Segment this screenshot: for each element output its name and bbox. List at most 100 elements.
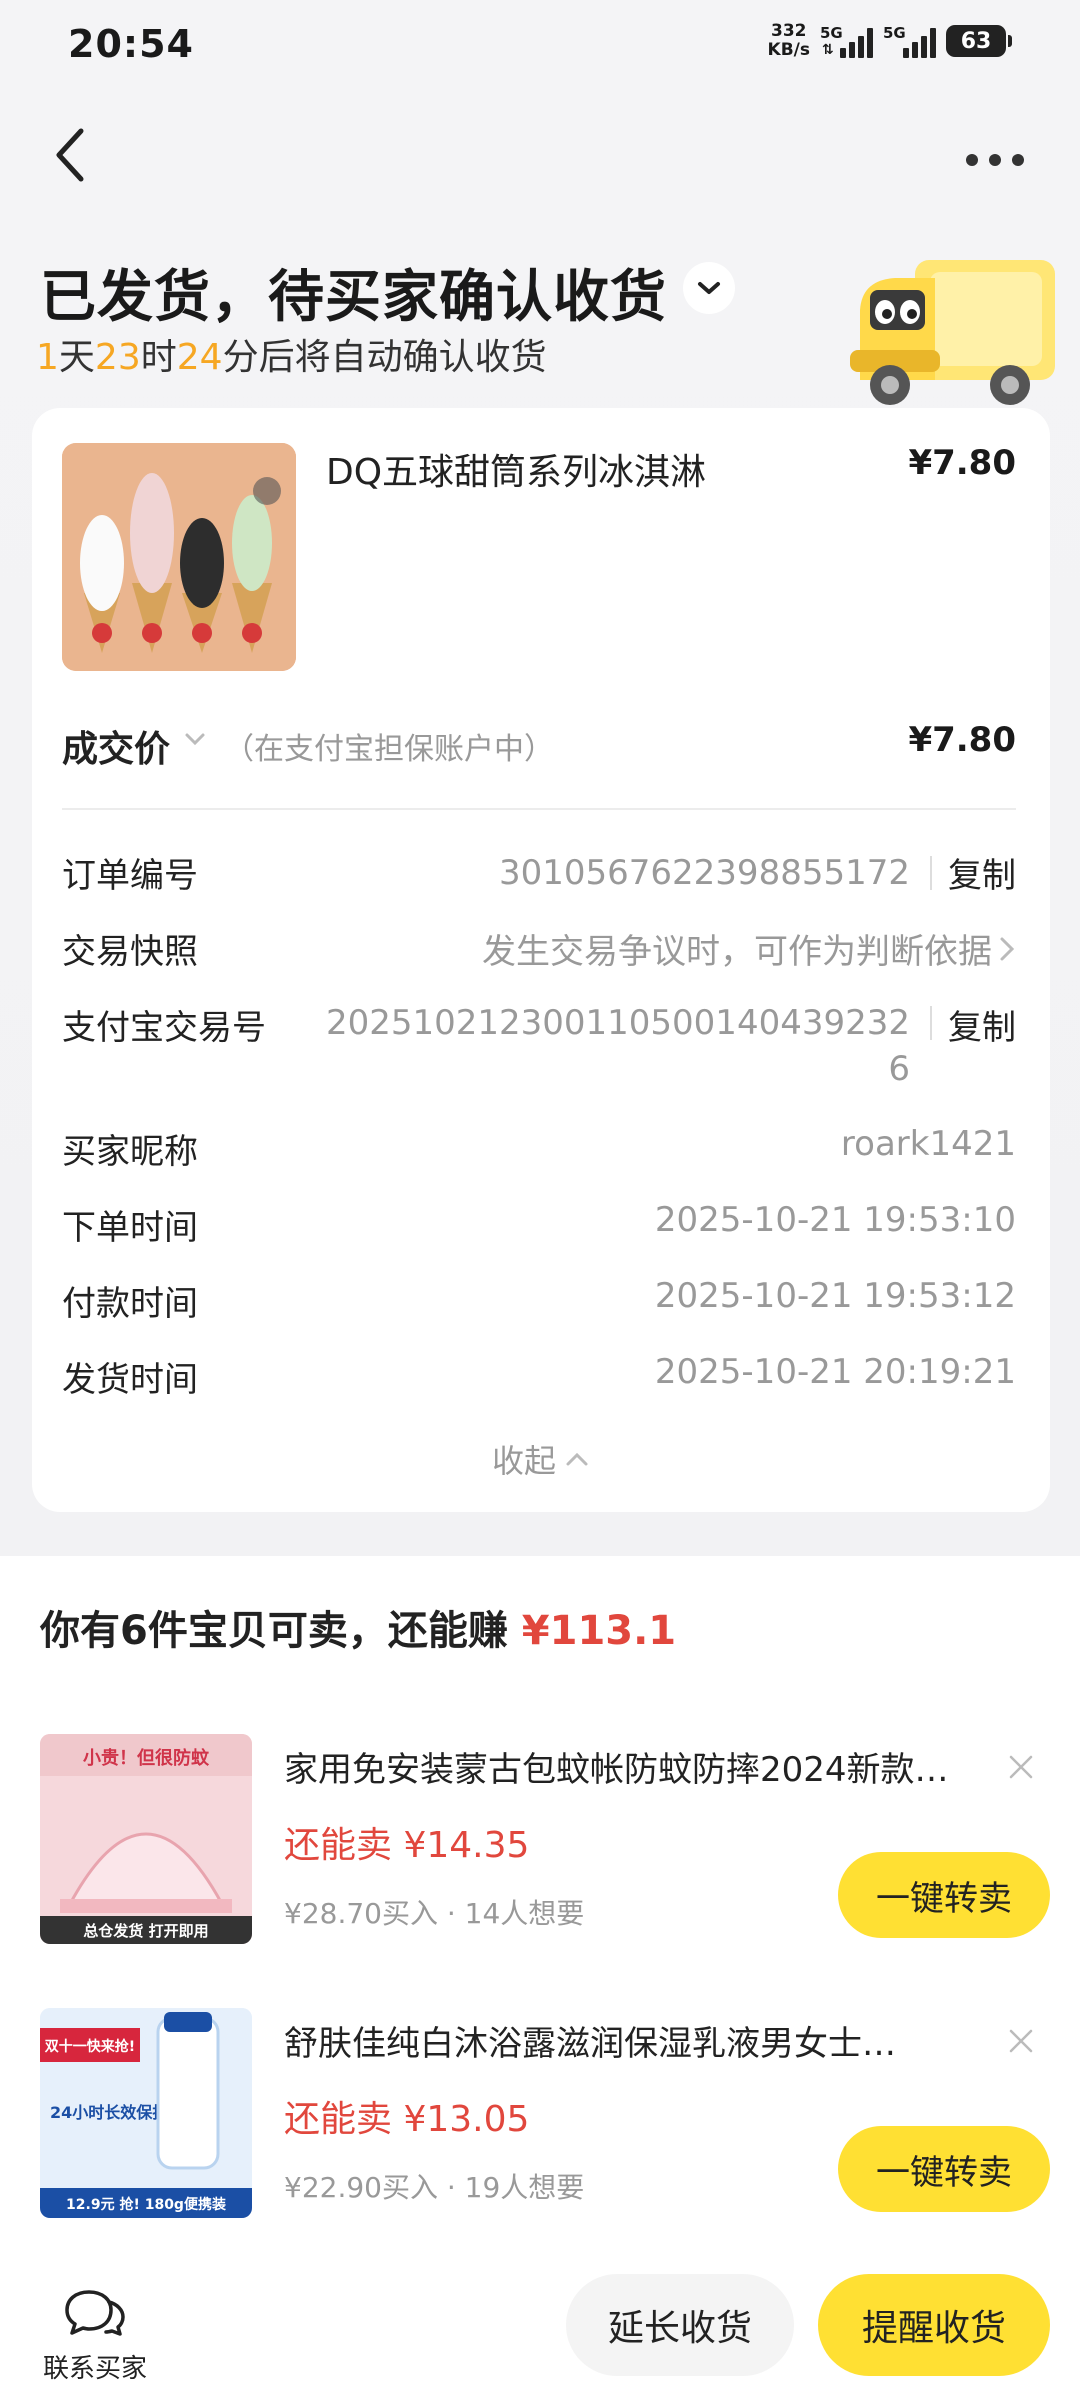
signal-icon-2: 5G bbox=[883, 24, 936, 58]
status-bar: 20:54 332 KB/s 5G ⇅ 5G 63 bbox=[0, 0, 1080, 90]
back-button[interactable] bbox=[40, 120, 100, 190]
order-number-row: 订单编号 3010567622398855172 复制 bbox=[62, 848, 1016, 898]
chevron-right-icon bbox=[1000, 937, 1015, 960]
pay-time-row: 付款时间 2025-10-21 19:53:12 bbox=[62, 1276, 1016, 1326]
pay-time-label: 付款时间 bbox=[62, 1284, 198, 1324]
snapshot-value-wrap: 发生交易争议时，可作为判断依据 bbox=[482, 924, 1016, 973]
thumb-text-bottom: 12.9元 抢! 180g便携装 bbox=[66, 2196, 227, 2213]
chevron-down-icon bbox=[698, 282, 720, 294]
network-speed-value: 332 bbox=[771, 21, 807, 41]
chevron-left-icon bbox=[56, 128, 84, 182]
signal-icon: 5G ⇅ bbox=[820, 24, 873, 58]
status-indicators: 332 KB/s 5G ⇅ 5G 63 bbox=[768, 22, 1012, 60]
sim1-label: 5G bbox=[820, 24, 843, 42]
product-title[interactable]: DQ五球甜筒系列冰淇淋 bbox=[326, 443, 706, 495]
collapse-label: 收起 bbox=[491, 1442, 556, 1480]
resell-item-thumbnail[interactable]: 小贵！但很防蚊 总仓发货 打开即用 bbox=[40, 1734, 252, 1944]
resell-item[interactable]: 小贵！但很防蚊 总仓发货 打开即用 家用免安装蒙古包蚊帐防蚊防摔2024新款… … bbox=[40, 1734, 1050, 1954]
one-click-resell-button[interactable]: 一键转卖 bbox=[838, 1852, 1050, 1938]
countdown-hours: 23 bbox=[94, 337, 141, 378]
copy-order-number-button[interactable]: 复制 bbox=[948, 848, 1016, 897]
chevron-down-icon bbox=[185, 733, 205, 746]
alipay-trade-number-line2: 6 bbox=[888, 1049, 910, 1089]
alipay-trade-value-wrap: 20251021230011050014043923​2 6 复制 bbox=[326, 1000, 1016, 1092]
countdown-days: 1 bbox=[36, 337, 59, 378]
more-button[interactable] bbox=[960, 135, 1030, 185]
snapshot-value: 发生交易争议时，可作为判断依据 bbox=[482, 932, 992, 972]
network-speed-unit: KB/s bbox=[767, 40, 810, 60]
ship-time-row: 发货时间 2025-10-21 20:19:21 bbox=[62, 1352, 1016, 1402]
order-time-label: 下单时间 bbox=[62, 1208, 198, 1248]
auto-confirm-countdown: 1天23时24分后将自动确认收货 bbox=[36, 328, 547, 380]
order-time-value: 2025-10-21 19:53:10 bbox=[654, 1200, 1016, 1240]
resell-item[interactable]: 双十一快来抢! 24小时长效保护 12.9元 抢! 180g便携装 舒肤佳纯白沐… bbox=[40, 2008, 1050, 2228]
mosquito-net-image: 小贵！但很防蚊 总仓发货 打开即用 bbox=[40, 1734, 252, 1944]
contact-buyer-button[interactable]: 联系买家 bbox=[40, 2286, 150, 2385]
delivery-truck-illustration bbox=[850, 260, 1055, 405]
status-time: 20:54 bbox=[68, 22, 194, 66]
ship-time-value: 2025-10-21 20:19:21 bbox=[654, 1352, 1016, 1392]
buyer-nickname-value: roark1421 bbox=[840, 1124, 1016, 1164]
ice-cream-cones-image bbox=[62, 443, 296, 671]
status-expand-button[interactable] bbox=[683, 262, 735, 314]
countdown-minutes: 24 bbox=[176, 337, 223, 378]
buyer-nickname-row: 买家昵称 roark1421 bbox=[62, 1124, 1016, 1174]
extend-receipt-button[interactable]: 延长收货 bbox=[566, 2274, 794, 2376]
alipay-trade-number-line1: 20251021230011050014043923​2 bbox=[325, 1003, 910, 1043]
body-wash-image: 双十一快来抢! 24小时长效保护 12.9元 抢! 180g便携装 bbox=[40, 2008, 252, 2218]
separator bbox=[930, 855, 932, 890]
pay-time-value: 2025-10-21 19:53:12 bbox=[654, 1276, 1016, 1316]
resell-heading-text: 你有6件宝贝可卖，还能赚 bbox=[40, 1608, 508, 1654]
thumb-text-top: 双十一快来抢! bbox=[45, 2038, 135, 2055]
one-click-resell-button[interactable]: 一键转卖 bbox=[838, 2126, 1050, 2212]
deal-price-note: （在支付宝担保账户中） bbox=[224, 732, 554, 767]
chevron-up-icon bbox=[566, 1452, 588, 1466]
close-icon[interactable] bbox=[1006, 1752, 1036, 1782]
network-speed: 332 KB/s bbox=[768, 22, 810, 60]
order-number-value-wrap: 3010567622398855172 复制 bbox=[499, 848, 1016, 897]
contact-buyer-label: 联系买家 bbox=[42, 2354, 147, 2384]
product-price: ¥7.80 bbox=[908, 443, 1016, 483]
resell-heading: 你有6件宝贝可卖，还能赚 ¥113.1 bbox=[40, 1598, 676, 1656]
chat-bubble-icon bbox=[65, 2290, 125, 2336]
order-status-title: 已发货，待买家确认收货 bbox=[40, 265, 667, 330]
resell-item-title[interactable]: 舒肤佳纯白沐浴露滋润保湿乳液男女士… bbox=[284, 2016, 964, 2065]
ship-time-label: 发货时间 bbox=[62, 1360, 198, 1400]
remind-receipt-button[interactable]: 提醒收货 bbox=[818, 2274, 1050, 2376]
order-card: DQ五球甜筒系列冰淇淋 ¥7.80 成交价 （在支付宝担保账户中） ¥7.80 … bbox=[32, 408, 1050, 1512]
buyer-nickname-label: 买家昵称 bbox=[62, 1132, 198, 1172]
order-number-value: 3010567622398855172 bbox=[498, 852, 910, 893]
countdown-hours-unit: 时 bbox=[140, 337, 177, 378]
thumb-text-top: 小贵！但很防蚊 bbox=[83, 1747, 210, 1769]
resell-heading-amount: ¥113.1 bbox=[521, 1608, 677, 1654]
deal-price-value: ¥7.80 bbox=[908, 720, 1016, 760]
snapshot-label: 交易快照 bbox=[62, 932, 198, 972]
resell-item-price: 还能卖 ¥13.05 bbox=[284, 2099, 530, 2140]
order-number-label: 订单编号 bbox=[62, 856, 198, 896]
product-thumbnail[interactable] bbox=[62, 443, 296, 671]
thumb-text-bottom: 总仓发货 打开即用 bbox=[83, 1922, 208, 1940]
alipay-trade-row: 支付宝交易号 20251021230011050014043923​2 6 复制 bbox=[62, 1000, 1016, 1100]
resell-item-title[interactable]: 家用免安装蒙古包蚊帐防蚊防摔2024新款… bbox=[284, 1742, 964, 1791]
deal-price-label: 成交价 bbox=[62, 729, 171, 770]
snapshot-row[interactable]: 交易快照 发生交易争议时，可作为判断依据 bbox=[62, 924, 1016, 974]
divider bbox=[62, 808, 1016, 810]
copy-alipay-number-button[interactable]: 复制 bbox=[948, 1000, 1016, 1049]
collapse-button[interactable]: 收起 bbox=[32, 1436, 1050, 1482]
deal-price-row[interactable]: 成交价 （在支付宝担保账户中） ¥7.80 bbox=[62, 720, 1016, 770]
resell-item-thumbnail[interactable]: 双十一快来抢! 24小时长效保护 12.9元 抢! 180g便携装 bbox=[40, 2008, 252, 2218]
sim2-label: 5G bbox=[883, 24, 906, 42]
order-time-row: 下单时间 2025-10-21 19:53:10 bbox=[62, 1200, 1016, 1250]
alipay-trade-number: 20251021230011050014043923​2 6 bbox=[326, 1000, 910, 1092]
thumb-text-mid: 24小时长效保护 bbox=[50, 2103, 168, 2122]
more-horizontal-icon bbox=[966, 154, 1024, 166]
close-icon[interactable] bbox=[1006, 2026, 1036, 2056]
separator bbox=[930, 1006, 932, 1040]
countdown-days-unit: 天 bbox=[58, 337, 95, 378]
resell-item-meta: ¥22.90买入 · 19人想要 bbox=[284, 2171, 585, 2204]
data-arrows-icon: ⇅ bbox=[822, 42, 834, 58]
battery-icon: 63 bbox=[946, 25, 1012, 57]
countdown-suffix: 分后将自动确认收货 bbox=[222, 337, 547, 378]
bottom-action-bar: 联系买家 延长收货 提醒收货 bbox=[0, 2250, 1080, 2400]
resell-item-meta: ¥28.70买入 · 14人想要 bbox=[284, 1897, 585, 1930]
